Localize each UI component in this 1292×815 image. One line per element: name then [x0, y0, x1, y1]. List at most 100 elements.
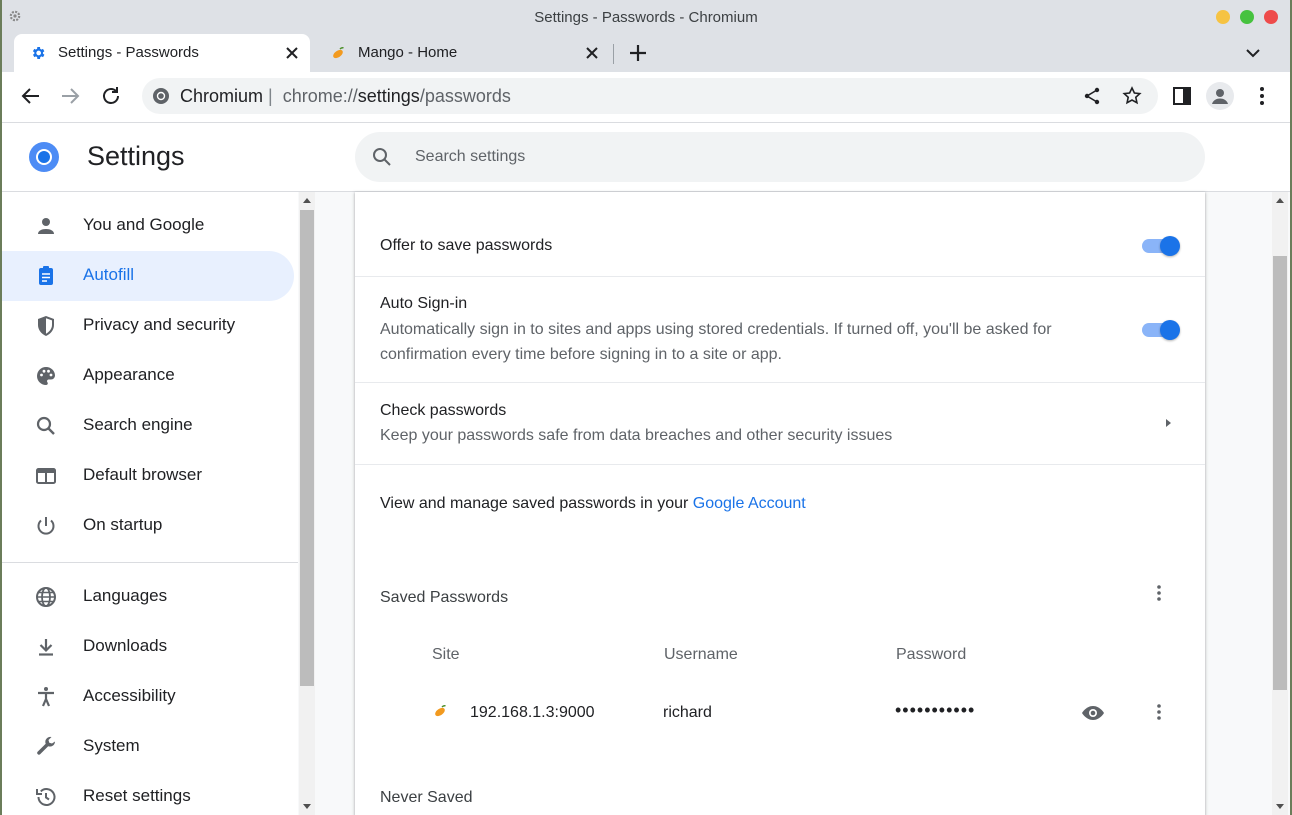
shield-icon [38, 316, 54, 336]
sidebar-item-you-and-google[interactable]: You and Google [2, 201, 294, 251]
auto-signin-row[interactable]: Auto Sign-in Automatically sign in to si… [355, 277, 1205, 383]
password-entry-row: 192.168.1.3:9000 richard ••••••••••• [355, 687, 1205, 737]
toggle-knob [1160, 236, 1180, 256]
offer-save-toggle[interactable] [1142, 236, 1180, 256]
scroll-up-icon[interactable] [303, 198, 311, 203]
chromium-logo-icon [29, 142, 59, 172]
close-window-button[interactable] [1264, 10, 1278, 24]
sidebar-item-languages[interactable]: Languages [2, 572, 294, 622]
share-icon[interactable] [1082, 86, 1102, 106]
google-account-link[interactable]: Google Account [693, 495, 806, 512]
close-tab-icon[interactable] [282, 43, 302, 63]
new-tab-icon[interactable] [626, 41, 650, 65]
forward-icon[interactable] [58, 84, 82, 108]
person-icon [38, 218, 54, 234]
scrollbar-thumb[interactable] [1273, 256, 1287, 690]
search-icon [373, 148, 391, 166]
settings-search[interactable] [355, 132, 1205, 182]
sidebar-item-autofill[interactable]: Autofill [2, 251, 294, 301]
saved-passwords-title: Saved Passwords [380, 589, 509, 606]
sidebar-item-label: System [83, 736, 140, 755]
gear-icon [32, 47, 45, 59]
window-title: Settings - Passwords - Chromium [534, 9, 758, 26]
sidebar-item-label: Autofill [83, 265, 135, 284]
sidebar-item-default-browser[interactable]: Default browser [2, 451, 294, 501]
sidebar-item-label: On startup [83, 515, 163, 534]
offer-save-row[interactable]: Offer to save passwords [355, 192, 1205, 277]
search-icon [36, 416, 55, 435]
tab-strip: Settings - Passwords Mango - Home [2, 34, 1290, 72]
check-passwords-label: Check passwords [380, 402, 507, 419]
maximize-button[interactable] [1240, 10, 1254, 24]
toggle-knob [1160, 320, 1180, 340]
main-scrollbar[interactable] [1272, 192, 1288, 815]
url-text: Chromium | chrome://settings/passwords [180, 86, 511, 106]
check-passwords-description: Keep your passwords safe from data breac… [380, 427, 893, 444]
sidebar-item-search-engine[interactable]: Search engine [2, 401, 294, 451]
scroll-down-icon[interactable] [1276, 804, 1284, 809]
sidebar-item-label: Search engine [83, 415, 193, 434]
browser-icon [36, 468, 56, 484]
clipboard-icon [39, 266, 53, 285]
sidebar-item-label: Languages [83, 586, 168, 605]
more-actions-icon[interactable] [1149, 583, 1169, 603]
back-icon[interactable] [19, 84, 43, 108]
sidebar-scrollbar[interactable] [299, 192, 315, 815]
chevron-right-icon[interactable] [1160, 415, 1176, 431]
page-title: Settings [87, 141, 185, 171]
auto-signin-toggle[interactable] [1142, 320, 1180, 340]
address-bar[interactable]: Chromium | chrome://settings/passwords [142, 78, 1158, 114]
column-header-username: Username [664, 646, 738, 663]
sidebar-item-label: Accessibility [83, 686, 176, 705]
sidebar-item-on-startup[interactable]: On startup [2, 501, 294, 551]
settings-header: Settings [2, 123, 1290, 192]
scroll-up-icon[interactable] [1276, 198, 1284, 203]
entry-more-actions-icon[interactable] [1149, 702, 1169, 722]
tab-mango-home[interactable]: Mango - Home [314, 34, 610, 72]
history-icon [36, 788, 56, 806]
power-icon [37, 517, 55, 535]
manage-passwords-text: View and manage saved passwords in your … [380, 495, 806, 512]
bookmark-star-icon[interactable] [1122, 86, 1142, 106]
scroll-down-icon[interactable] [303, 804, 311, 809]
more-menu-icon[interactable] [1250, 84, 1274, 108]
sidebar: You and Google Autofill Privacy and secu… [2, 192, 298, 815]
auto-signin-description: Automatically sign in to sites and apps … [380, 321, 1052, 363]
sidebar-item-downloads[interactable]: Downloads [2, 622, 294, 672]
sidebar-divider [2, 562, 298, 563]
close-tab-icon[interactable] [582, 43, 602, 63]
avatar-icon [1212, 89, 1228, 104]
accessibility-icon [38, 687, 54, 707]
entry-username: richard [663, 704, 712, 721]
sidebar-item-system[interactable]: System [2, 722, 294, 772]
globe-icon [36, 587, 56, 607]
sidebar-item-label: Appearance [83, 365, 175, 384]
tab-search-icon[interactable] [1242, 42, 1264, 64]
palette-icon [37, 367, 55, 385]
check-passwords-row[interactable]: Check passwords Keep your passwords safe… [355, 383, 1205, 465]
sidebar-item-label: Reset settings [83, 786, 191, 805]
tab-separator [613, 44, 614, 64]
mango-icon [333, 47, 344, 59]
search-input[interactable] [413, 142, 1117, 172]
entry-site[interactable]: 192.168.1.3:9000 [470, 704, 595, 722]
mango-icon [435, 705, 446, 717]
sidebar-item-label: Downloads [83, 636, 168, 655]
scrollbar-thumb[interactable] [300, 210, 314, 686]
browser-window: Settings - Passwords - Chromium Settings… [2, 0, 1290, 815]
minimize-button[interactable] [1216, 10, 1230, 24]
sidebar-item-privacy-and-security[interactable]: Privacy and security [2, 301, 294, 351]
sidebar-item-label: Privacy and security [83, 315, 236, 334]
side-panel-icon[interactable] [1170, 84, 1194, 108]
offer-save-label: Offer to save passwords [380, 237, 553, 254]
wrench-icon [37, 736, 56, 755]
profile-button[interactable] [1206, 82, 1234, 110]
tab-settings-passwords[interactable]: Settings - Passwords [14, 34, 310, 72]
sidebar-item-appearance[interactable]: Appearance [2, 351, 294, 401]
download-icon [39, 639, 53, 656]
sidebar-item-reset-settings[interactable]: Reset settings [2, 772, 294, 815]
sidebar-item-label: Default browser [83, 465, 203, 484]
reload-icon[interactable] [99, 84, 123, 108]
show-password-icon[interactable] [1081, 701, 1105, 725]
sidebar-item-accessibility[interactable]: Accessibility [2, 672, 294, 722]
